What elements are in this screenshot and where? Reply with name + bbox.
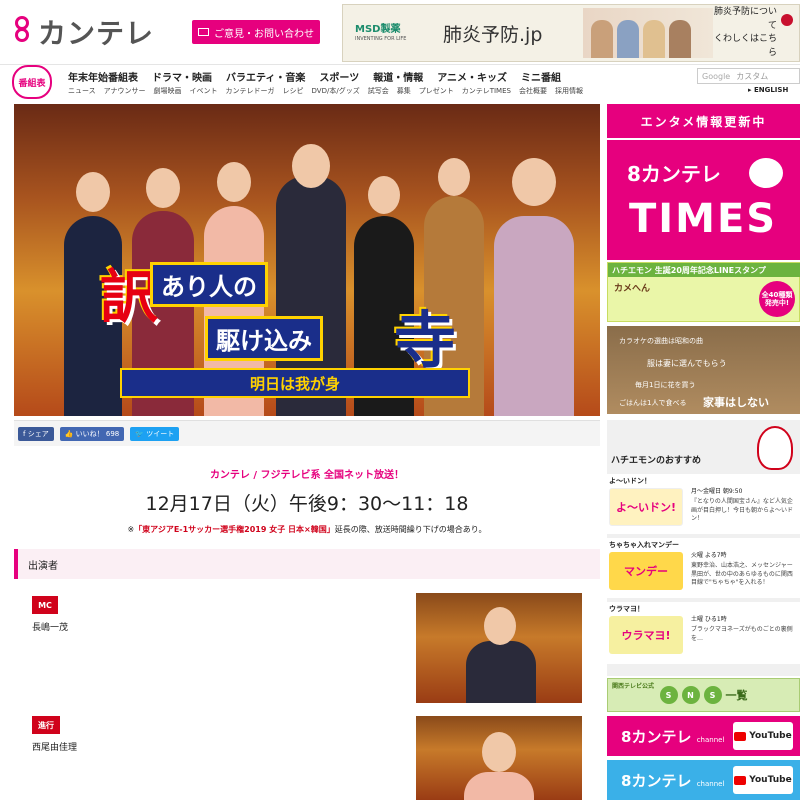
- title-band: 明日は我が身: [120, 368, 470, 398]
- time-notice: ※「東アジアE-1サッカー選手権2019 女子 日本×韓国」延長の際、放送時間繰…: [127, 525, 487, 534]
- subnav-item[interactable]: 採用情報: [555, 86, 583, 96]
- kantele-logo[interactable]: カンテレ: [12, 10, 172, 54]
- recommend-item[interactable]: よ〜いドン！ よ〜いドン! 月〜金曜日 朝9:50 『となりの人間国宝さん』など…: [607, 474, 800, 534]
- ad-headline: 肺炎予防.jp: [443, 23, 543, 46]
- main-nav: 年末年始番組表 ドラマ・映画 バラエティ・音楽 スポーツ 報道・情報 アニメ・キッズ ミニ番…: [68, 69, 561, 84]
- nav-item[interactable]: 報道・情報: [373, 69, 423, 84]
- subnav-item[interactable]: レシピ: [283, 86, 304, 96]
- nav-item[interactable]: バラエティ・音楽: [226, 69, 305, 84]
- title-line2: 駆け込み: [205, 316, 323, 361]
- nav-item[interactable]: アニメ・キッズ: [437, 69, 507, 84]
- entame-heading: エンタメ情報更新中: [607, 104, 800, 138]
- nav-item[interactable]: ミニ番組: [521, 69, 561, 84]
- subnav-item[interactable]: 試写会: [368, 86, 389, 96]
- nav-item[interactable]: スポーツ: [319, 69, 359, 84]
- hachiemon-icon: [749, 158, 783, 188]
- cast-section-title: 出演者: [14, 549, 600, 579]
- youtube-icon: YouTube: [733, 722, 793, 750]
- role-tag-mc: MC: [32, 596, 58, 614]
- subnav-item[interactable]: イベント: [190, 86, 218, 96]
- logo-text: カンテレ: [38, 17, 155, 50]
- search-input[interactable]: Google カスタム: [697, 68, 800, 84]
- contact-button[interactable]: ご意見・お問い合わせ: [192, 20, 320, 44]
- site-header: カンテレ ご意見・お問い合わせ MSD製薬 INVENTING FOR LIFE…: [0, 0, 800, 64]
- subnav-item[interactable]: アナウンサー: [104, 86, 146, 96]
- ad-cta: 肺炎予防について くわしくはこちら: [713, 6, 799, 60]
- subnav-item[interactable]: 劇場映画: [154, 86, 182, 96]
- subnav-item[interactable]: プレゼント: [419, 86, 454, 96]
- cast-name: 西尾由佳理: [32, 743, 78, 753]
- contact-label: ご意見・お問い合わせ: [214, 28, 314, 40]
- nav-item[interactable]: ドラマ・映画: [152, 69, 212, 84]
- recommend-item[interactable]: ウラマヨ！ ウラマヨ! 土曜 ひる1時 ブラックマヨネーズがものごとの裏側を…: [607, 602, 800, 664]
- youtube-icon: YouTube: [733, 766, 793, 794]
- recommend-item[interactable]: ちゃちゃ入れマンデー マンデー 火曜 よる7時 東野幸治、山本浩之、メッセンジャ…: [607, 538, 800, 598]
- recommend-panel: ハチエモンのおすすめ よ〜いドン！ よ〜いドン! 月〜金曜日 朝9:50 『とな…: [607, 420, 800, 676]
- top-ad-banner[interactable]: MSD製薬 INVENTING FOR LIFE 肺炎予防.jp 肺炎予防につい…: [342, 4, 800, 62]
- kantele-times-banner[interactable]: 8カンテレ TIMES: [607, 140, 800, 260]
- title-line1: あり人の: [150, 262, 268, 307]
- subnav-item[interactable]: カンテレTIMES: [462, 86, 511, 96]
- stamp-badge: 全40種類 発売中!: [759, 281, 795, 317]
- search-brand: Google: [702, 71, 731, 81]
- recommend-title: ハチエモンのおすすめ: [611, 455, 702, 466]
- kantele-youtube-banner[interactable]: 8カンテレ channel YouTube: [607, 716, 800, 756]
- title-char-tera: 寺: [394, 304, 457, 377]
- ad-people-image: [583, 8, 713, 58]
- subnav-item[interactable]: ニュース: [68, 86, 96, 96]
- subnav-item[interactable]: 会社概要: [519, 86, 547, 96]
- tweet-button[interactable]: 🐦 ツイート: [130, 426, 180, 441]
- cast-photo-mc: [416, 593, 582, 703]
- times-logo: 8カンテレ: [627, 162, 721, 186]
- role-tag-shinko: 進行: [32, 716, 60, 734]
- kantele-youtube-banner-2[interactable]: 8カンテレ channel YouTube: [607, 760, 800, 800]
- global-nav: 番組表 年末年始番組表 ドラマ・映画 バラエティ・音楽 スポーツ 報道・情報 アニメ・キッ…: [0, 64, 800, 99]
- line-stamp-banner[interactable]: ハチエモン 生誕20周年記念LINEスタンプ カメへん 全40種類 発売中!: [607, 262, 800, 322]
- arrow-right-icon: [781, 14, 793, 26]
- mail-icon: [198, 28, 209, 36]
- facebook-like-button[interactable]: 👍 いいね！ 698: [59, 426, 125, 441]
- times-text: TIMES: [629, 196, 778, 242]
- stamp-strip: ハチエモン 生誕20周年記念LINEスタンプ: [608, 263, 800, 277]
- notice-link[interactable]: 「東アジアE-1サッカー選手権2019 女子 日本×韓国」: [134, 525, 335, 534]
- cast-name: 長嶋一茂: [32, 623, 69, 633]
- subnav-item[interactable]: DVD/本/グッズ: [312, 86, 360, 96]
- facebook-share-button[interactable]: f シェア: [18, 426, 54, 441]
- airtime: 12月17日（火）午後9：30〜11：18: [145, 493, 469, 515]
- ad-sponsor: MSD製薬 INVENTING FOR LIFE: [355, 24, 407, 42]
- stamp-chars: カメへん: [614, 284, 651, 294]
- cast-photo-shinko: [416, 716, 582, 800]
- subnav-item[interactable]: 募集: [397, 86, 411, 96]
- sub-nav: ニュース アナウンサー 劇場映画 イベント カンテレドーガ レシピ DVD/本/グッズ 試写会…: [68, 86, 583, 96]
- nav-item[interactable]: 年末年始番組表: [68, 69, 138, 84]
- share-bar: f シェア 👍 いいね！ 698 🐦 ツイート: [14, 420, 600, 446]
- sns-list-banner[interactable]: 関西テレビ公式 S N S 一覧: [607, 678, 800, 712]
- subnav-item[interactable]: カンテレドーガ: [226, 86, 275, 96]
- search-placeholder: カスタム: [736, 71, 769, 81]
- broadcast-info: カンテレ / フジテレビ系 全国ネット放送！: [209, 470, 405, 481]
- kantele-8-icon: [12, 14, 32, 50]
- bangumi-button[interactable]: 番組表: [12, 65, 52, 99]
- english-link[interactable]: ▸ ENGLISH: [748, 86, 788, 94]
- kaji-shinai-banner[interactable]: カラオケの選曲は昭和の曲 服は妻に選んでもらう 毎月1日に花を買う ごはんは1人…: [607, 326, 800, 414]
